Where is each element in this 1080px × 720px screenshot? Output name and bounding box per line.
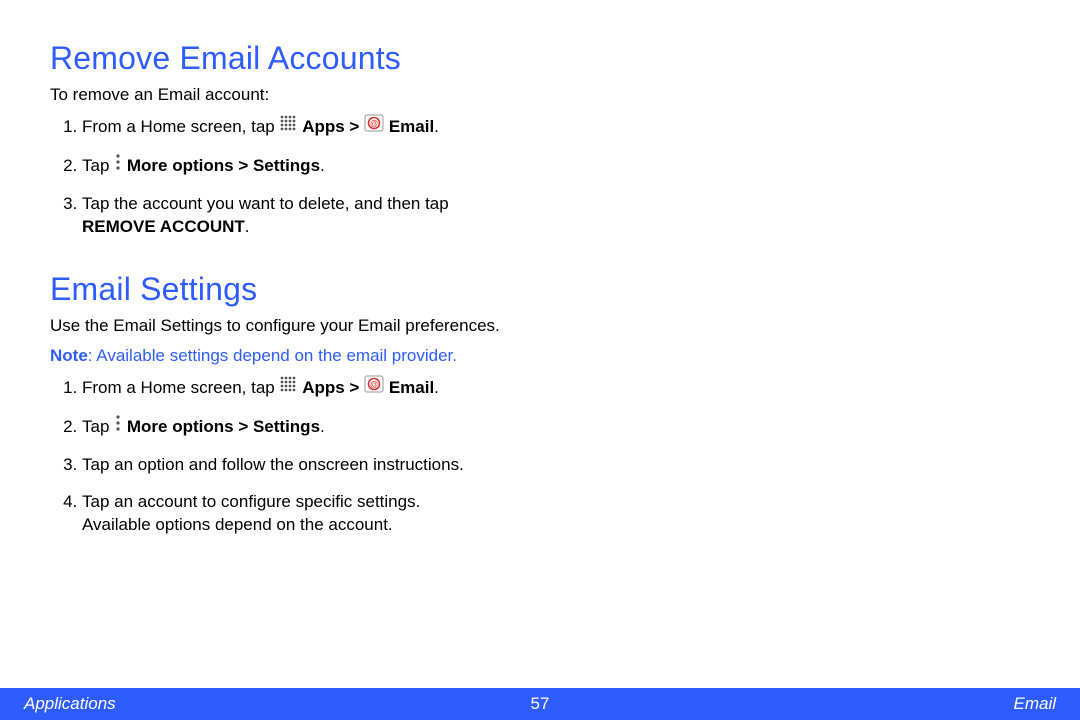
footer-page-number: 57 (0, 694, 1080, 714)
period: . (320, 156, 325, 175)
intro-settings: Use the Email Settings to configure your… (50, 316, 570, 336)
list-item: Tap More options > Settings. (82, 154, 642, 179)
email-label: Email (389, 117, 434, 136)
more-options-icon (114, 414, 122, 439)
period: . (245, 217, 250, 236)
list-item: Tap an option and follow the onscreen in… (82, 454, 642, 477)
apps-label: Apps > (302, 378, 364, 397)
list-item: Tap an account to configure specific set… (82, 491, 642, 537)
more-options-label: More options > Settings (127, 417, 320, 436)
more-options-icon (114, 153, 122, 178)
step-text: Tap (82, 156, 114, 175)
apps-grid-icon (279, 114, 297, 139)
step-text: From a Home screen, tap (82, 378, 279, 397)
period: . (320, 417, 325, 436)
list-item: From a Home screen, tap Apps > @ (82, 115, 642, 140)
note-line: Note: Available settings depend on the e… (50, 346, 1030, 366)
step-text: Tap an account to configure specific set… (82, 492, 420, 511)
list-item: Tap More options > Settings. (82, 415, 642, 440)
steps-settings: From a Home screen, tap Apps > (50, 376, 1030, 537)
list-item: From a Home screen, tap Apps > (82, 376, 642, 401)
step-text: Tap (82, 417, 114, 436)
apps-label: Apps > (302, 117, 364, 136)
apps-grid-icon (279, 375, 297, 400)
step-text: Available options depend on the account. (82, 514, 642, 537)
step-text: From a Home screen, tap (82, 117, 279, 136)
note-body: Available settings depend on the email p… (96, 346, 457, 365)
document-page: Remove Email Accounts To remove an Email… (0, 0, 1080, 720)
page-footer: Applications 57 Email (0, 688, 1080, 720)
more-options-label: More options > Settings (127, 156, 320, 175)
period: . (434, 378, 439, 397)
email-app-icon: @ (364, 375, 384, 400)
svg-text:@: @ (370, 119, 378, 128)
step-text: Tap the account you want to delete, and … (82, 194, 449, 213)
heading-remove-email-accounts: Remove Email Accounts (50, 40, 1030, 77)
intro-remove: To remove an Email account: (50, 85, 1030, 105)
steps-remove: From a Home screen, tap Apps > @ (50, 115, 1030, 239)
remove-account-label: REMOVE ACCOUNT (82, 217, 245, 236)
list-item: Tap the account you want to delete, and … (82, 193, 642, 239)
email-label: Email (389, 378, 434, 397)
heading-email-settings: Email Settings (50, 271, 1030, 308)
email-app-icon: @ (364, 114, 384, 139)
note-label: Note (50, 346, 88, 365)
svg-text:@: @ (370, 380, 378, 389)
period: . (434, 117, 439, 136)
